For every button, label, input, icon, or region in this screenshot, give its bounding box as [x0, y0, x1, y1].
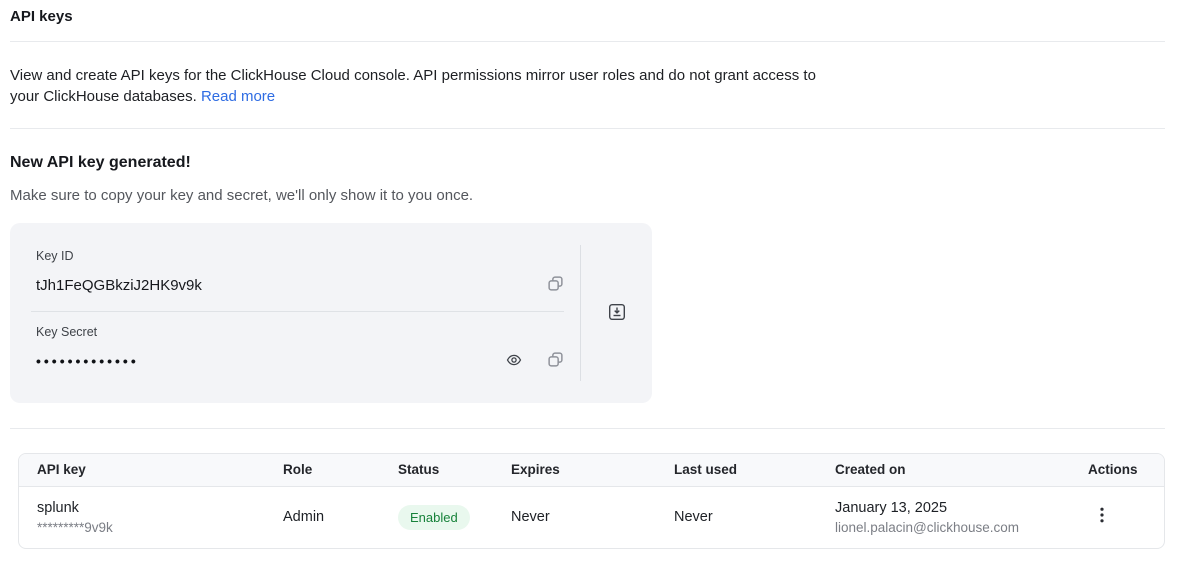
description-text: View and create API keys for the ClickHo… [10, 67, 816, 105]
divider [10, 428, 1165, 429]
header-created-on: Created on [835, 454, 1088, 486]
key-secret-row: ••••••••••••• [36, 350, 564, 372]
table-header: API key Role Status Expires Last used Cr… [19, 454, 1164, 486]
header-last-used: Last used [674, 454, 835, 486]
api-key-masked: *********9v9k [37, 520, 283, 535]
key-secret-label: Key Secret [36, 325, 564, 339]
cell-created-on: January 13, 2025 lionel.palacin@clickhou… [835, 486, 1088, 548]
copy-icon [547, 351, 564, 371]
key-id-label: Key ID [36, 249, 564, 263]
new-key-card: Key ID tJh1FeQGBkziJ2HK9v9k Key Secret •… [10, 223, 652, 403]
api-keys-table: API key Role Status Expires Last used Cr… [18, 453, 1165, 549]
api-keys-page: API keys View and create API keys for th… [0, 0, 1198, 549]
copy-secret-button[interactable] [547, 351, 564, 371]
key-secret-masked-value: ••••••••••••• [36, 353, 139, 369]
created-by-email: lionel.palacin@clickhouse.com [835, 520, 1088, 535]
divider [10, 128, 1165, 129]
copy-icon [547, 275, 564, 295]
download-credentials-area [581, 223, 652, 403]
page-description: View and create API keys for the ClickHo… [10, 65, 828, 107]
header-api-key: API key [19, 454, 283, 486]
header-expires: Expires [511, 454, 674, 486]
divider [10, 41, 1165, 42]
table-row: splunk *********9v9k Admin Enabled Never… [19, 486, 1164, 548]
key-id-row: tJh1FeQGBkziJ2HK9v9k [36, 274, 564, 296]
cell-actions [1088, 486, 1164, 548]
eye-icon [506, 352, 522, 371]
field-divider [31, 311, 564, 312]
cell-last-used: Never [674, 486, 835, 548]
key-id-value: tJh1FeQGBkziJ2HK9v9k [36, 277, 202, 294]
new-key-banner-title: New API key generated! [10, 154, 1165, 172]
cell-expires: Never [511, 486, 674, 548]
created-date: January 13, 2025 [835, 500, 1088, 516]
copy-key-id-button[interactable] [547, 275, 564, 295]
download-icon [608, 303, 626, 324]
reveal-secret-button[interactable] [506, 352, 522, 371]
page-title: API keys [10, 0, 1165, 25]
api-key-name: splunk [37, 500, 283, 516]
new-key-banner-subtitle: Make sure to copy your key and secret, w… [10, 187, 1165, 204]
cell-role: Admin [283, 486, 398, 548]
row-actions-button[interactable] [1100, 507, 1104, 526]
download-credentials-button[interactable] [608, 303, 626, 324]
header-role: Role [283, 454, 398, 486]
header-status: Status [398, 454, 511, 486]
cell-status: Enabled [398, 486, 511, 548]
kebab-menu-icon [1100, 507, 1104, 526]
read-more-link[interactable]: Read more [201, 88, 275, 105]
cell-api-key: splunk *********9v9k [19, 486, 283, 548]
key-secret-actions [506, 351, 564, 371]
header-actions: Actions [1088, 454, 1164, 486]
key-fields: Key ID tJh1FeQGBkziJ2HK9v9k Key Secret •… [10, 223, 580, 403]
status-badge: Enabled [398, 505, 470, 530]
